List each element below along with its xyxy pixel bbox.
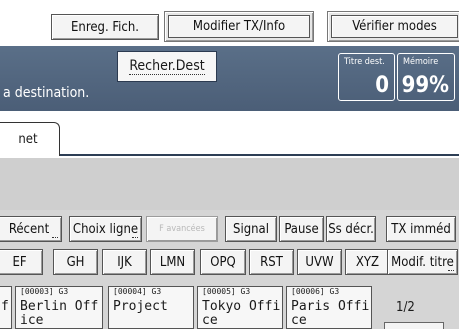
recent-button[interactable]: Récent <box>0 216 62 242</box>
page-indicator: 1/2 <box>396 300 415 315</box>
verifier-modes-label: Vérifier modes <box>331 15 458 38</box>
destination-code: [00005] G3 <box>202 287 251 296</box>
index-tab-gh[interactable]: GH <box>53 249 98 275</box>
destination-button[interactable]: [00005] G3 Tokyo Offi ce <box>197 286 283 329</box>
choix-ligne-button[interactable]: Choix ligne <box>69 216 142 242</box>
destination-name: f <box>1 299 9 314</box>
tab-internet[interactable]: net <box>0 122 60 156</box>
index-tab-rst[interactable]: RST <box>249 249 294 275</box>
tx-immed-button[interactable]: TX imméd <box>386 216 456 242</box>
destination-button[interactable]: f <box>0 286 12 329</box>
index-tab-xyz[interactable]: XYZ <box>345 249 390 275</box>
modifier-tx-info-button[interactable]: Modifier TX/Info <box>164 11 314 42</box>
destination-code: [00006] G3 <box>291 287 340 296</box>
page-scroll-button[interactable] <box>384 322 444 329</box>
destination-button[interactable]: [00006] G3 Paris Offi ce <box>286 286 372 329</box>
destination-code: [00003] G3 <box>20 287 69 296</box>
f-avancees-button[interactable]: F avancées <box>146 216 218 242</box>
verifier-modes-button[interactable]: Vérifier modes <box>327 11 459 42</box>
index-tab-lmn[interactable]: LMN <box>150 249 195 275</box>
enreg-fich-button[interactable]: Enreg. Fich. <box>51 14 159 40</box>
destination-code: [00004] G3 <box>113 287 162 296</box>
modifier-tx-info-label: Modifier TX/Info <box>168 15 310 38</box>
tab-strip <box>0 111 459 156</box>
status-message: a destination. <box>3 85 90 101</box>
memoire-counter: Mémoire 99% <box>397 53 455 101</box>
index-tab-ijk[interactable]: IJK <box>102 249 147 275</box>
destination-name: Project <box>113 299 168 314</box>
memoire-label: Mémoire <box>403 57 439 67</box>
index-tab-uvw[interactable]: UVW <box>297 249 342 275</box>
pause-button[interactable]: Pause <box>279 216 324 242</box>
input-area <box>0 158 459 210</box>
modif-titre-button[interactable]: Modif. titre <box>387 249 458 275</box>
destination-button[interactable]: [00003] G3 Berlin Off ice <box>15 286 103 329</box>
index-tab-opq[interactable]: OPQ <box>200 249 246 275</box>
titre-dest-label: Titre dest. <box>344 57 385 67</box>
destination-name: Paris Offi ce <box>291 299 370 328</box>
titre-dest-value: 0 <box>375 73 389 98</box>
destination-name: Tokyo Offi ce <box>202 299 281 328</box>
titre-dest-counter: Titre dest. 0 <box>338 53 395 101</box>
signal-button[interactable]: Signal <box>225 216 277 242</box>
index-tab-ef[interactable]: EF <box>0 249 43 275</box>
ss-decr-button[interactable]: Ss décr. <box>326 216 376 242</box>
recher-dest-label: Recher.Dest <box>129 58 205 75</box>
memoire-value: 99% <box>401 73 449 98</box>
destination-name: Berlin Off ice <box>20 299 99 328</box>
recher-dest-button[interactable]: Recher.Dest <box>117 51 217 82</box>
destination-button[interactable]: [00004] G3 Project <box>108 286 194 329</box>
